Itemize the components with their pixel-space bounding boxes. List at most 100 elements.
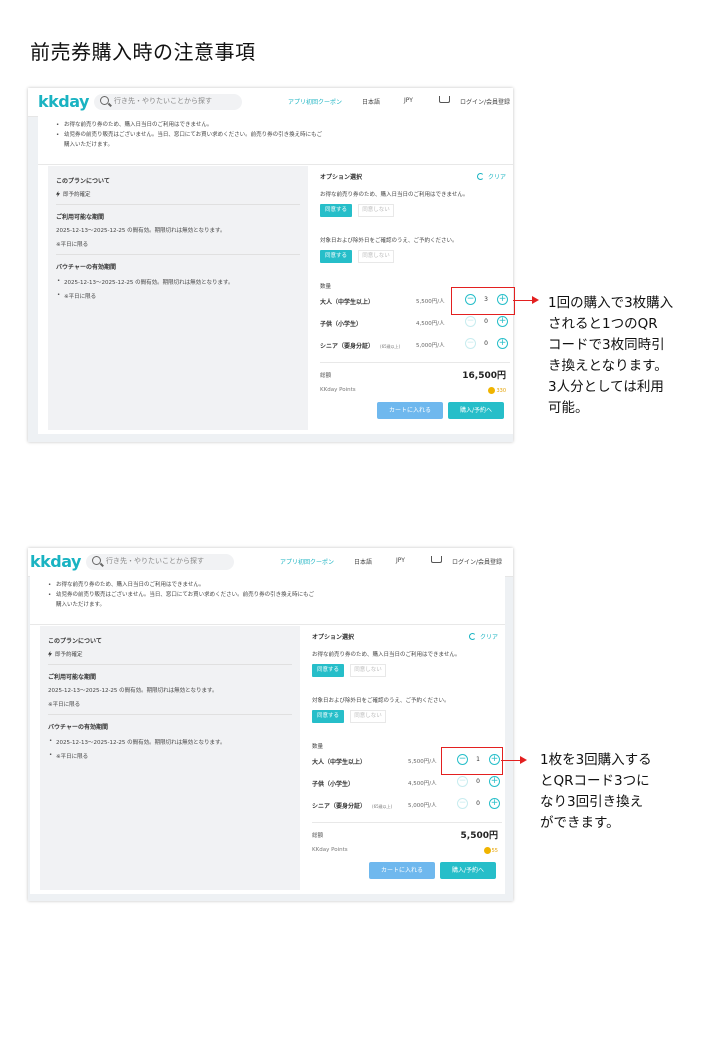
voucher-title: バウチャーの有効期間: [56, 264, 116, 271]
card-divider: [48, 664, 292, 665]
senior-plus-button[interactable]: +: [489, 798, 500, 809]
kkday-logo[interactable]: kkday: [38, 92, 89, 111]
nav-login[interactable]: ログイン/会員登録: [452, 557, 502, 566]
disagree-button[interactable]: 同意しない: [350, 710, 386, 723]
callout-arrow-head: [532, 296, 539, 304]
disagree-button[interactable]: 同意しない: [350, 664, 386, 677]
child-label: 子供（小学生）: [320, 321, 363, 328]
callout-arrow: [513, 300, 533, 301]
search-placeholder: 行き先・やりたいことから探す: [114, 97, 212, 105]
child-plus-button[interactable]: +: [489, 776, 500, 787]
points-value: 55: [483, 847, 498, 854]
validity-text: 2025-12-13〜2025-12-25 の間有効。期限切れは無効となります。: [48, 688, 218, 694]
nav-currency[interactable]: JPY: [404, 97, 413, 104]
validity-title: ご利用可能な期間: [48, 674, 97, 681]
child-minus-button[interactable]: −: [457, 776, 468, 787]
section-divider: [38, 164, 513, 165]
document-title: 前売券購入時の注意事項: [30, 40, 256, 64]
adult-price: 5,500円/人: [408, 759, 437, 765]
total-amount: 5,500円: [460, 831, 498, 841]
total-divider: [312, 822, 502, 823]
callout-arrow: [501, 760, 521, 761]
points-label: KKday Points: [312, 847, 348, 853]
instant-confirm: 即予約確定: [48, 650, 83, 658]
callout-highlight-box: [441, 747, 503, 775]
coin-icon: [483, 847, 491, 854]
voucher-bullet: ※平日に限る: [49, 752, 88, 760]
product-panel: お得な前売り券のため、購入日当日のご利用はできません。 幼児券の前売り販売はござ…: [30, 576, 505, 894]
quantity-row-senior: シニア（要身分証） (65歳以上) 5,000円/人 − 0 +: [320, 337, 510, 353]
quantity-title: 数量: [312, 744, 324, 750]
clear-button[interactable]: クリア: [468, 632, 498, 641]
quantity-title: 数量: [320, 284, 332, 290]
plan-about-title: このプランについて: [56, 178, 110, 185]
child-label: 子供（小学生）: [312, 781, 355, 788]
cart-icon[interactable]: [431, 556, 442, 563]
nav-login[interactable]: ログイン/会員登録: [460, 97, 510, 106]
option-question-2: 対象日および除外日をご確認のうえ、ご予約ください。: [312, 698, 450, 704]
senior-plus-button[interactable]: +: [497, 338, 508, 349]
nav-currency[interactable]: JPY: [396, 557, 405, 564]
search-bar[interactable]: 行き先・やりたいことから探す: [86, 554, 234, 570]
voucher-bullet: 2025-12-13〜2025-12-25 の間有効。期限切れは無効となります。: [57, 278, 233, 286]
bolt-icon: [48, 651, 52, 657]
clear-button[interactable]: クリア: [476, 172, 506, 181]
option-title: オプション選択: [320, 174, 363, 181]
agree-button[interactable]: 同意する: [312, 710, 344, 723]
adult-label: 大人（中学生以上）: [312, 759, 367, 766]
disagree-button[interactable]: 同意しない: [358, 204, 394, 217]
total-label: 総額: [312, 833, 324, 839]
option-question-1: お得な前売り券のため、購入日当日のご利用はできません。: [312, 652, 461, 658]
screenshot-one-adult: kkday 行き先・やりたいことから探す アプリ初回クーポン 日本語 JPY ロ…: [28, 548, 513, 901]
senior-minus-button[interactable]: −: [457, 798, 468, 809]
nav-language[interactable]: 日本語: [354, 557, 372, 566]
note-item: 幼児券の前売り販売はございません。当日、窓口にてお買い求めください。前売り券の引…: [48, 590, 314, 600]
total-divider: [320, 362, 510, 363]
cart-icon[interactable]: [439, 96, 450, 103]
total-label: 総額: [320, 373, 332, 379]
validity-note: ※平日に限る: [48, 702, 81, 708]
child-minus-button[interactable]: −: [465, 316, 476, 327]
book-button[interactable]: 購入/予約へ: [448, 402, 504, 419]
add-to-cart-button[interactable]: カートに入れる: [369, 862, 435, 879]
agree-button[interactable]: 同意する: [320, 250, 352, 263]
adult-price: 5,500円/人: [416, 299, 445, 305]
total-amount: 16,500円: [462, 371, 506, 381]
product-panel: お得な前売り券のため、購入日当日のご利用はできません。 幼児券の前売り販売はござ…: [38, 116, 513, 434]
nav-language[interactable]: 日本語: [362, 97, 380, 106]
quantity-row-child: 子供（小学生） 4,500円/人 − 0 +: [320, 315, 510, 331]
card-divider: [56, 204, 300, 205]
adult-label: 大人（中学生以上）: [320, 299, 375, 306]
child-quantity: 0: [476, 778, 480, 785]
option-title: オプション選択: [312, 634, 355, 641]
add-to-cart-button[interactable]: カートに入れる: [377, 402, 443, 419]
note-item-continued: 購入いただけます。: [56, 602, 105, 608]
book-button[interactable]: 購入/予約へ: [440, 862, 496, 879]
senior-quantity: 0: [484, 340, 488, 347]
voucher-bullet: ※平日に限る: [57, 292, 96, 300]
note-item: 幼児券の前売り販売はございません。当日、窓口にてお買い求めください。前売り券の引…: [56, 130, 322, 140]
nav-app-coupon[interactable]: アプリ初回クーポン: [288, 97, 342, 106]
senior-minus-button[interactable]: −: [465, 338, 476, 349]
senior-quantity: 0: [476, 800, 480, 807]
child-quantity: 0: [484, 318, 488, 325]
kkday-logo[interactable]: kkday: [30, 552, 81, 571]
bolt-icon: [56, 191, 60, 197]
validity-note: ※平日に限る: [56, 242, 89, 248]
screenshot-three-adults: kkday 行き先・やりたいことから探す アプリ初回クーポン 日本語 JPY ロ…: [28, 88, 513, 442]
note-item: お得な前売り券のため、購入日当日のご利用はできません。: [56, 120, 322, 130]
agree-button[interactable]: 同意する: [312, 664, 344, 677]
nav-app-coupon[interactable]: アプリ初回クーポン: [280, 557, 334, 566]
child-plus-button[interactable]: +: [497, 316, 508, 327]
card-divider: [48, 714, 292, 715]
search-bar[interactable]: 行き先・やりたいことから探す: [94, 94, 242, 110]
agree-button[interactable]: 同意する: [320, 204, 352, 217]
site-header: kkday 行き先・やりたいことから探す アプリ初回クーポン 日本語 JPY ロ…: [28, 88, 513, 117]
refresh-icon: [468, 633, 476, 640]
disagree-button[interactable]: 同意しない: [358, 250, 394, 263]
refresh-icon: [476, 173, 484, 180]
quantity-row-senior: シニア（要身分証） (65歳以上) 5,000円/人 − 0 +: [312, 797, 502, 813]
child-price: 4,500円/人: [408, 781, 437, 787]
validity-text: 2025-12-13〜2025-12-25 の間有効。期限切れは無効となります。: [56, 228, 226, 234]
voucher-bullet: 2025-12-13〜2025-12-25 の間有効。期限切れは無効となります。: [49, 738, 225, 746]
